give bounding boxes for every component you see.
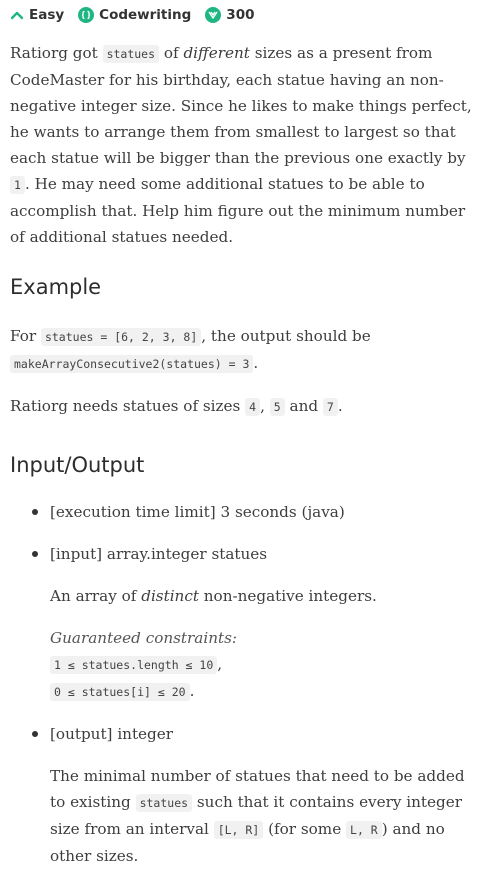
- text-segment: . He may need some additional statues to…: [10, 175, 466, 246]
- category-badge: Codewriting: [78, 7, 191, 23]
- text-segment: sizes as a present from CodeMaster for h…: [10, 44, 472, 167]
- text-segment: .: [253, 354, 259, 372]
- inline-code: statues: [102, 45, 160, 63]
- output-description: The minimal number of statues that need …: [50, 763, 483, 869]
- points-icon: [205, 7, 222, 23]
- points-value: 300: [226, 7, 255, 23]
- inline-code: makeArrayConsecutive2(statues) = 3: [10, 355, 254, 373]
- constraint-2: 0 ≤ statues[i] ≤ 20.: [50, 678, 483, 705]
- io-input: [input] array.integer statues An array o…: [32, 541, 483, 705]
- example-note: Ratiorg needs statues of sizes 4, 5 and …: [10, 393, 483, 420]
- description-paragraph: Ratiorg got statues of different sizes a…: [10, 40, 483, 250]
- text-segment: An array of: [50, 587, 142, 605]
- constraints-label-text: Guaranteed constraints:: [50, 629, 237, 647]
- io-output: [output] integer The minimal number of s…: [32, 721, 483, 869]
- constraints-label: Guaranteed constraints:: [50, 625, 483, 651]
- text-segment: and: [284, 397, 323, 415]
- inline-code: 7: [322, 398, 338, 416]
- text-segment: (for some: [263, 820, 347, 838]
- input-heading: [input] array.integer statues: [50, 545, 268, 563]
- inline-code: 4: [245, 398, 261, 416]
- text-segment: ,: [217, 655, 223, 673]
- emphasis-text: different: [183, 44, 250, 62]
- io-heading: Input/Output: [10, 453, 145, 477]
- text-segment: non-negative integers.: [198, 587, 377, 605]
- example-heading: Example: [10, 275, 102, 299]
- task-header: Easy Codewriting 300: [0, 0, 493, 30]
- inline-code: L, R: [346, 821, 382, 839]
- io-time-limit: [execution time limit] 3 seconds (java): [32, 499, 483, 525]
- text-segment: .: [337, 397, 343, 415]
- inline-code: [L, R]: [213, 821, 264, 839]
- chevron-up-icon: [10, 10, 24, 20]
- text-segment: Ratiorg needs statues of sizes: [10, 397, 246, 415]
- time-limit-text: [execution time limit] 3 seconds (java): [50, 503, 345, 521]
- category-label: Codewriting: [99, 7, 192, 23]
- points-badge: 300: [205, 7, 254, 23]
- difficulty-label: Easy: [29, 7, 65, 23]
- output-heading: [output] integer: [50, 725, 174, 743]
- constraint-1: 1 ≤ statues.length ≤ 10,: [50, 651, 483, 678]
- input-description: An array of distinct non-negative intege…: [50, 583, 483, 609]
- text-segment: , the output should be: [201, 327, 371, 345]
- difficulty-badge: Easy: [10, 7, 64, 23]
- text-segment: For: [10, 327, 41, 345]
- io-list: [execution time limit] 3 seconds (java) …: [10, 499, 483, 869]
- inline-code: 1 ≤ statues.length ≤ 10: [50, 656, 218, 674]
- example-line: For statues = [6, 2, 3, 8], the output s…: [10, 323, 483, 377]
- inline-code: 5: [269, 398, 285, 416]
- text-segment: ,: [260, 397, 270, 415]
- text-segment: of: [159, 44, 184, 62]
- inline-code: 1: [10, 176, 25, 194]
- text-segment: Ratiorg got: [10, 44, 103, 62]
- text-segment: .: [189, 682, 195, 700]
- inline-code: statues = [6, 2, 3, 8]: [40, 328, 202, 346]
- inline-code: 0 ≤ statues[i] ≤ 20: [50, 683, 190, 701]
- code-braces-icon: [78, 7, 95, 23]
- inline-code: statues: [135, 794, 193, 812]
- emphasis-text: distinct: [141, 587, 199, 605]
- task-description: Ratiorg got statues of different sizes a…: [0, 40, 493, 869]
